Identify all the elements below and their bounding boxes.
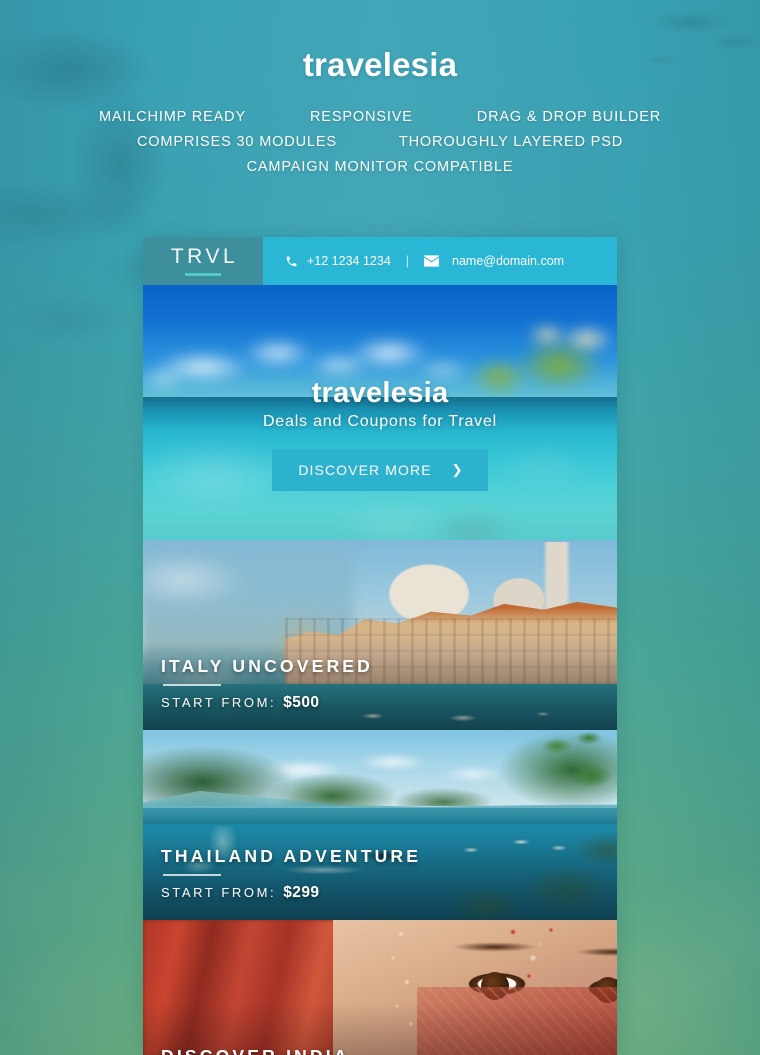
logo-underline: [185, 273, 221, 276]
contact-separator: |: [405, 254, 410, 268]
thailand-price-value: $299: [283, 884, 320, 901]
italy-title-underline: [163, 684, 221, 686]
india-photo: [143, 920, 617, 1055]
promo-title: travelesia: [302, 46, 458, 83]
discover-more-label: DISCOVER MORE: [298, 461, 432, 478]
thailand-title: THAILAND ADVENTURE: [161, 846, 422, 866]
italy-caption: ITALY UNCOVERED START FROM: $500: [161, 656, 373, 712]
email-header-bar: TRVL +12 1234 1234 | name@domain.com: [143, 237, 617, 285]
destination-card-india[interactable]: DISCOVER INDIA: [143, 920, 617, 1055]
discover-more-button[interactable]: DISCOVER MORE ❯: [272, 448, 488, 491]
india-title: DISCOVER INDIA: [161, 1046, 350, 1055]
thailand-title-underline: [163, 874, 221, 876]
envelope-icon: [424, 255, 440, 267]
thailand-price-label: START FROM:: [161, 885, 277, 900]
feature-mailchimp-ready: MAILCHIMP READY: [98, 109, 246, 125]
logo-block[interactable]: TRVL: [143, 237, 263, 285]
italy-price-row: START FROM: $500: [161, 694, 373, 712]
phone-number: +12 1234 1234: [307, 254, 391, 268]
contact-email[interactable]: name@domain.com: [424, 254, 564, 268]
logo-text: TRVL: [170, 245, 239, 268]
thailand-price-row: START FROM: $299: [161, 884, 421, 902]
email-address: name@domain.com: [452, 254, 565, 268]
feature-thoroughly-layered-psd: THOROUGHLY LAYERED PSD: [398, 134, 624, 150]
destination-card-thailand[interactable]: THAILAND ADVENTURE START FROM: $299: [143, 730, 617, 920]
hero-title: travelesia: [311, 376, 449, 409]
hero-subtitle: Deals and Coupons for Travel: [262, 412, 498, 430]
feature-drag-drop-builder: DRAG & DROP BUILDER: [476, 109, 662, 125]
destination-card-italy[interactable]: ITALY UNCOVERED START FROM: $500: [143, 540, 617, 730]
feature-row-1: MAILCHIMP READY RESPONSIVE DRAG & DROP B…: [0, 109, 760, 125]
italy-price-label: START FROM:: [161, 695, 277, 710]
feature-campaign-monitor-compatible: CAMPAIGN MONITOR COMPATIBLE: [246, 159, 514, 175]
hero-banner: travelesia Deals and Coupons for Travel …: [143, 285, 617, 540]
promo-feature-list: MAILCHIMP READY RESPONSIVE DRAG & DROP B…: [0, 109, 760, 175]
email-template-preview: TRVL +12 1234 1234 | name@domain.com tra…: [143, 237, 617, 1055]
chevron-right-icon: ❯: [451, 461, 464, 477]
italy-title: ITALY UNCOVERED: [161, 656, 374, 676]
hero-content: travelesia Deals and Coupons for Travel …: [143, 285, 617, 540]
thailand-caption: THAILAND ADVENTURE START FROM: $299: [161, 846, 421, 902]
page-root: travelesia MAILCHIMP READY RESPONSIVE DR…: [0, 0, 760, 1055]
contact-phone[interactable]: +12 1234 1234: [285, 254, 391, 268]
phone-icon: [285, 255, 298, 268]
contact-bar: +12 1234 1234 | name@domain.com: [263, 237, 617, 285]
india-overlay: [143, 920, 617, 1055]
feature-row-2: COMPRISES 30 MODULES THOROUGHLY LAYERED …: [0, 134, 760, 150]
feature-comprises-30-modules: COMPRISES 30 MODULES: [136, 134, 337, 150]
feature-row-3: CAMPAIGN MONITOR COMPATIBLE: [0, 159, 760, 175]
feature-responsive: RESPONSIVE: [309, 109, 413, 125]
italy-price-value: $500: [283, 694, 320, 711]
promo-header: travelesia MAILCHIMP READY RESPONSIVE DR…: [0, 0, 760, 175]
india-caption: DISCOVER INDIA: [161, 1046, 350, 1055]
